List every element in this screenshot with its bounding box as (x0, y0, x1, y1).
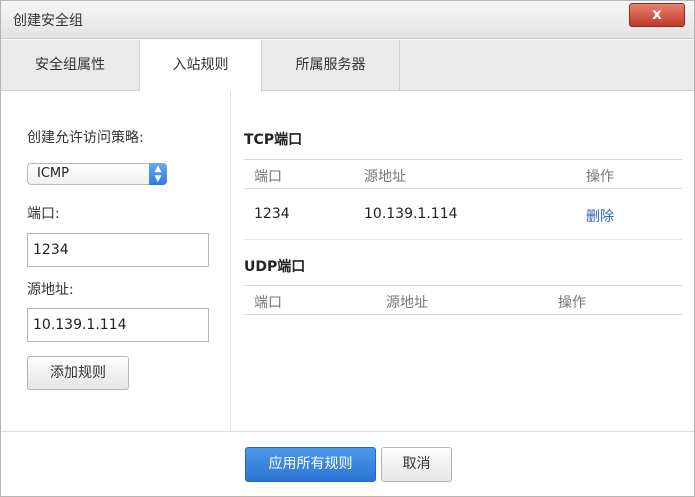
udp-header-action: 操作 (558, 295, 586, 311)
dialog-title: 创建安全组 (13, 13, 83, 29)
tcp-header-source: 源地址 (364, 169, 406, 185)
security-group-dialog: 创建安全组 x 安全组属性 入站规则 所属服务器 创建允许访问策略: ICMP … (0, 0, 695, 497)
table-row: 1234 10.139.1.114 删除 (244, 190, 682, 240)
tcp-table-header: 端口 源地址 操作 (244, 159, 682, 189)
udp-header-source: 源地址 (386, 295, 428, 311)
policy-label: 创建允许访问策略: (27, 130, 144, 146)
tab-inbound-rules[interactable]: 入站规则 (140, 40, 262, 92)
select-arrows-icon: ▲ ▼ (149, 163, 167, 185)
tab-bar: 安全组属性 入站规则 所属服务器 (1, 40, 694, 92)
rule-form-panel: 创建允许访问策略: ICMP ▲▼ 端口: 源地址: 添加规则 (1, 91, 231, 431)
source-address-label: 源地址: (27, 282, 74, 298)
close-button[interactable]: x (629, 3, 685, 27)
dialog-footer: 应用所有规则 取消 (1, 431, 694, 496)
close-icon: x (652, 5, 662, 23)
apply-all-rules-button[interactable]: 应用所有规则 (245, 447, 376, 482)
port-input[interactable] (27, 233, 209, 267)
add-rule-button[interactable]: 添加规则 (27, 356, 129, 390)
delete-rule-link[interactable]: 删除 (586, 206, 614, 226)
cancel-button[interactable]: 取消 (381, 447, 452, 482)
protocol-select-value: ICMP (37, 166, 69, 181)
udp-section-title: UDP端口 (244, 259, 306, 275)
tab-servers[interactable]: 所属服务器 (262, 40, 400, 91)
port-label: 端口: (27, 206, 60, 222)
udp-table-header: 端口 源地址 操作 (244, 285, 682, 315)
udp-header-port: 端口 (254, 295, 282, 311)
tcp-section-title: TCP端口 (244, 132, 303, 148)
protocol-select[interactable]: ICMP ▲ ▼ (27, 163, 167, 185)
title-bar: 创建安全组 x (1, 1, 694, 39)
tcp-row-source: 10.139.1.114 (364, 206, 458, 222)
source-address-input[interactable] (27, 308, 209, 342)
tcp-header-action: 操作 (586, 169, 614, 185)
tab-security-group-properties[interactable]: 安全组属性 (1, 40, 140, 91)
tcp-header-port: 端口 (254, 169, 282, 185)
tcp-row-port: 1234 (254, 206, 290, 222)
